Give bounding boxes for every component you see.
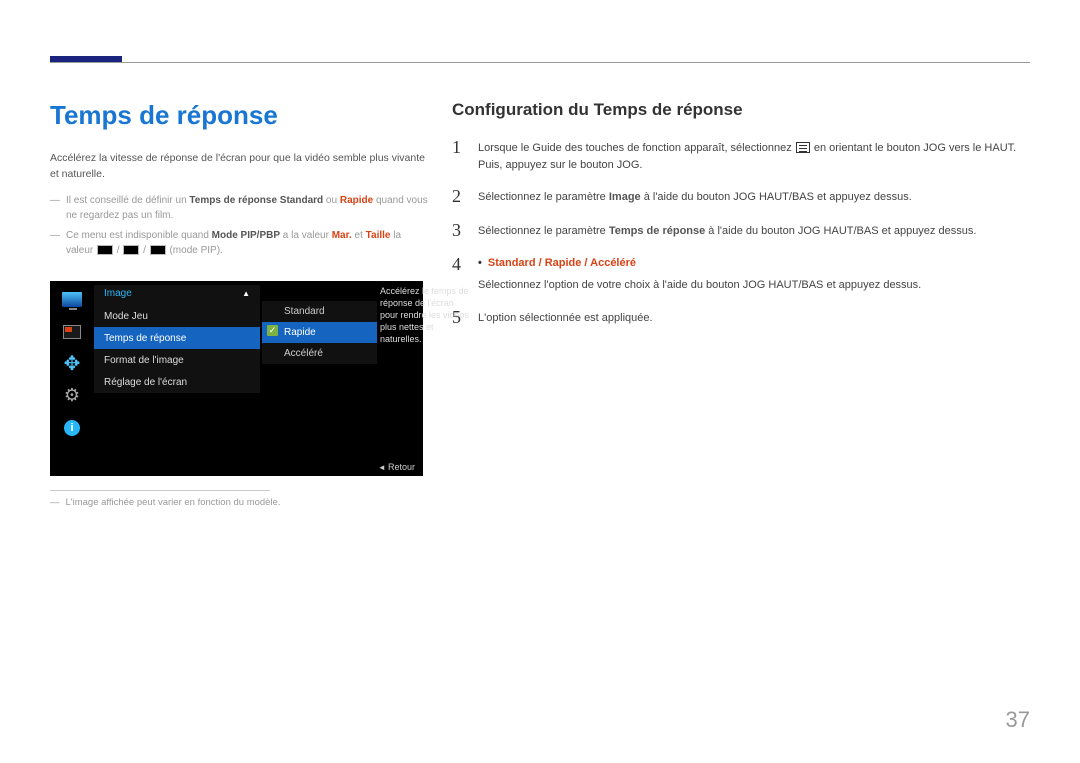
osd-submenu-panel: StandardRapideAccéléré <box>262 301 377 364</box>
dash-icon: ― <box>50 193 60 224</box>
gear-icon: ⚙ <box>62 387 82 405</box>
step-number: 5 <box>452 308 466 328</box>
pip-layout-icon <box>150 245 166 255</box>
step: 3 Sélectionnez le paramètre Temps de répo… <box>452 221 1032 241</box>
osd-menu-item: Temps de réponse <box>94 327 260 349</box>
step: 2 Sélectionnez le paramètre Image à l'aid… <box>452 187 1032 207</box>
note-item: ― Ce menu est indisponible quand Mode PI… <box>50 228 430 259</box>
step-body: L'option sélectionnée est appliquée. <box>478 308 653 328</box>
step-body: Sélectionnez le paramètre Temps de répon… <box>478 221 976 241</box>
dash-icon: ― <box>50 228 60 259</box>
osd-menu-item: Réglage de l'écran <box>94 371 260 393</box>
pip-icon <box>62 323 82 341</box>
step-body: •Standard / Rapide / Accéléré Sélectionne… <box>478 255 921 294</box>
subsection-title: Configuration du Temps de réponse <box>452 100 1032 120</box>
osd-menu-item: Mode Jeu <box>94 305 260 327</box>
step: 1 Lorsque le Guide des touches de fonctio… <box>452 138 1032 173</box>
step-text: Sélectionnez le paramètre Image à l'aide… <box>478 189 912 206</box>
step-options-bullet: •Standard / Rapide / Accéléré <box>478 255 921 272</box>
osd-option-item: Rapide <box>262 322 377 343</box>
left-column: Temps de réponse Accélérez la vitesse de… <box>50 100 430 508</box>
osd-option-item: Accéléré <box>262 343 377 364</box>
step-number: 1 <box>452 138 466 173</box>
page-title: Temps de réponse <box>50 100 430 131</box>
step: 5 L'option sélectionnée est appliquée. <box>452 308 1032 328</box>
step-text: Sélectionnez l'option de votre choix à l… <box>478 277 921 294</box>
note-text: Ce menu est indisponible quand Mode PIP/… <box>66 228 430 259</box>
pip-layout-icon <box>97 245 113 255</box>
intro-text: Accélérez la vitesse de réponse de l'écr… <box>50 151 430 183</box>
page-number: 37 <box>1006 707 1030 733</box>
osd-screenshot: ✥ ⚙ i Image ▲ Mode JeuTemps de réponseFo… <box>50 281 423 476</box>
step-text: Lorsque le Guide des touches de fonction… <box>478 140 1032 173</box>
monitor-icon <box>62 291 82 309</box>
info-icon: i <box>62 419 82 437</box>
footnote: ― L'image affichée peut varier en foncti… <box>50 497 430 508</box>
move-icon: ✥ <box>62 355 82 373</box>
step-number: 3 <box>452 221 466 241</box>
note-text: Il est conseillé de définir un Temps de … <box>66 193 430 224</box>
notes-list: ― Il est conseillé de définir un Temps d… <box>50 193 430 259</box>
step-body: Lorsque le Guide des touches de fonction… <box>478 138 1032 173</box>
step-number: 2 <box>452 187 466 207</box>
step-number: 4 <box>452 255 466 294</box>
menu-icon <box>796 142 810 153</box>
osd-option-item: Standard <box>262 301 377 322</box>
osd-menu-title: Image ▲ <box>94 285 260 305</box>
osd-menu-panel: Image ▲ Mode JeuTemps de réponseFormat d… <box>94 285 260 393</box>
header-rule <box>50 62 1030 63</box>
step-text: L'option sélectionnée est appliquée. <box>478 310 653 327</box>
steps-list: 1 Lorsque le Guide des touches de fonctio… <box>452 138 1032 327</box>
right-column: Configuration du Temps de réponse 1 Lorsq… <box>452 100 1032 327</box>
step-body: Sélectionnez le paramètre Image à l'aide… <box>478 187 912 207</box>
osd-back-label: Retour <box>378 462 415 472</box>
footnote-rule <box>50 490 270 491</box>
scroll-up-icon: ▲ <box>242 289 250 298</box>
osd-menu-item: Format de l'image <box>94 349 260 371</box>
osd-nav-rail: ✥ ⚙ i <box>56 291 88 437</box>
step: 4 •Standard / Rapide / Accéléré Sélectionn… <box>452 255 1032 294</box>
note-item: ― Il est conseillé de définir un Temps d… <box>50 193 430 224</box>
step-text: Sélectionnez le paramètre Temps de répon… <box>478 223 976 240</box>
dash-icon: ― <box>50 497 60 508</box>
pip-layout-icon <box>123 245 139 255</box>
